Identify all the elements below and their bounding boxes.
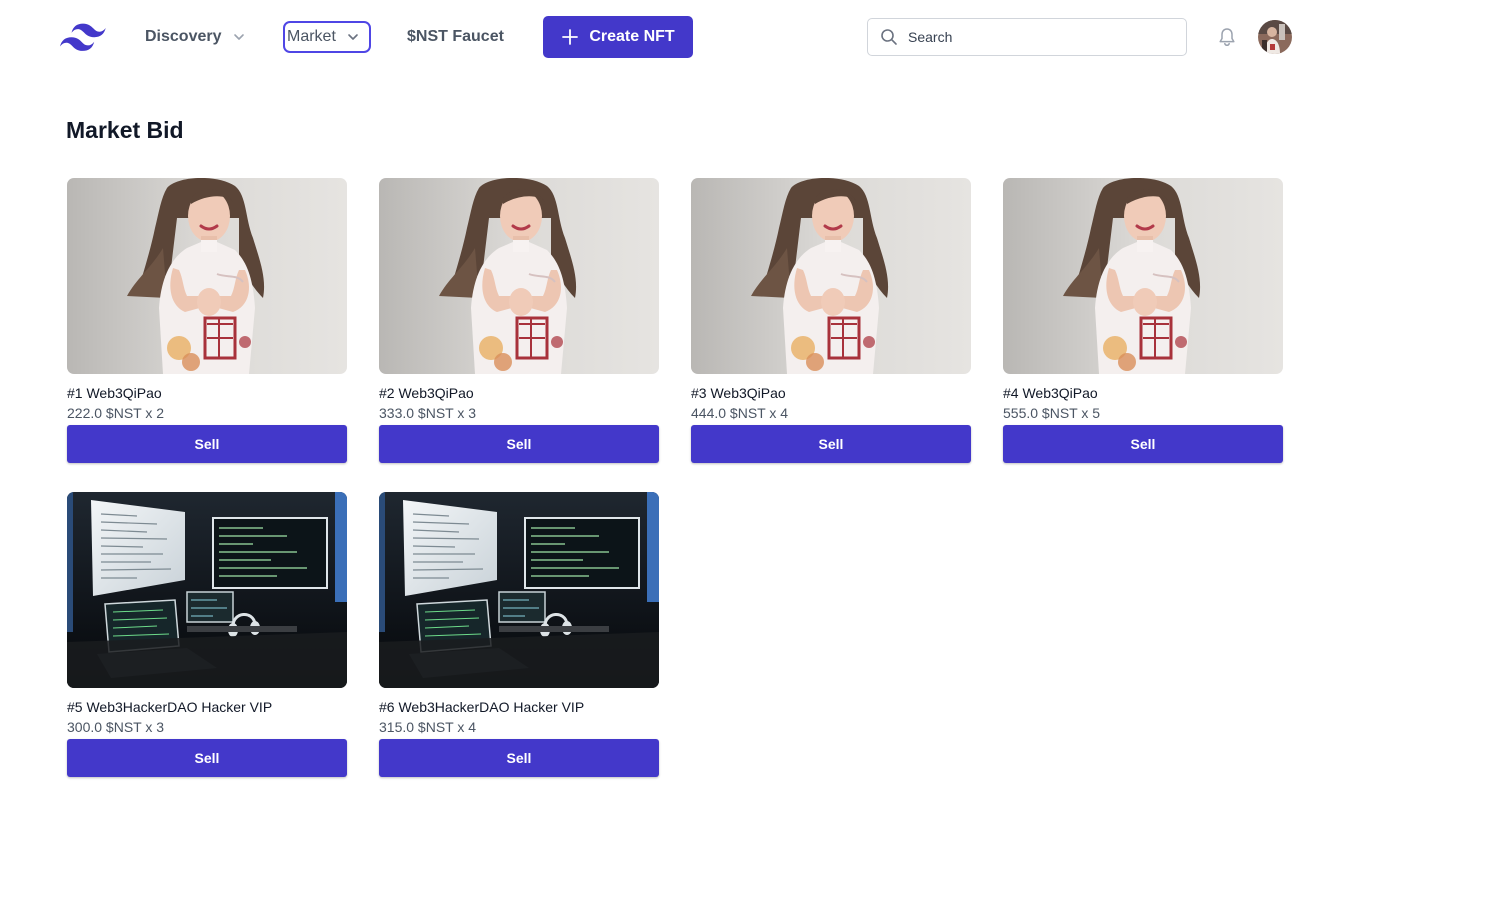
nft-name: #1 Web3QiPao <box>67 385 162 401</box>
nft-price: 555.0 $NST x 5 <box>1003 405 1101 421</box>
search-input[interactable] <box>908 29 1168 45</box>
nft-card[interactable]: #6 Web3HackerDAO Hacker VIP 315.0 $NST x… <box>379 492 659 777</box>
nav-discovery[interactable]: Discovery <box>145 26 246 48</box>
nft-image[interactable] <box>379 178 659 374</box>
nft-price: 300.0 $NST x 3 <box>67 719 165 735</box>
page-title: Market Bid <box>66 117 184 143</box>
sell-button[interactable]: Sell <box>67 739 347 777</box>
nav-faucet-link[interactable]: $NST Faucet <box>407 26 504 48</box>
nft-card[interactable]: #5 Web3HackerDAO Hacker VIP 300.0 $NST x… <box>67 492 347 777</box>
search-box[interactable] <box>867 18 1187 56</box>
nav-discovery-label: Discovery <box>145 28 222 45</box>
nft-card[interactable]: #2 Web3QiPao 333.0 $NST x 3 Sell <box>379 178 659 463</box>
sell-button[interactable]: Sell <box>67 425 347 463</box>
nft-image[interactable] <box>691 178 971 374</box>
nav-market[interactable]: Market <box>283 21 371 53</box>
chevron-down-icon <box>348 34 358 40</box>
nft-image[interactable] <box>1003 178 1283 374</box>
create-nft-label: Create NFT <box>589 28 675 45</box>
nft-name: #3 Web3QiPao <box>691 385 786 401</box>
top-navbar: Discovery Market $NST Faucet Create NFT <box>0 0 1487 75</box>
nft-card[interactable]: #1 Web3QiPao 222.0 $NST x 2 Sell <box>67 178 347 463</box>
nft-price: 333.0 $NST x 3 <box>379 405 477 421</box>
nft-name: #6 Web3HackerDAO Hacker VIP <box>379 699 585 715</box>
sell-button[interactable]: Sell <box>691 425 971 463</box>
nft-price: 444.0 $NST x 4 <box>691 405 789 421</box>
nft-price: 222.0 $NST x 2 <box>67 405 165 421</box>
nft-image[interactable] <box>67 178 347 374</box>
logo-icon[interactable] <box>60 22 106 52</box>
nft-image[interactable] <box>379 492 659 688</box>
nav-market-label: Market <box>287 28 336 45</box>
search-icon <box>881 29 897 45</box>
nft-price: 315.0 $NST x 4 <box>379 719 477 735</box>
nft-name: #2 Web3QiPao <box>379 385 474 401</box>
sell-button[interactable]: Sell <box>379 739 659 777</box>
avatar[interactable] <box>1258 20 1292 54</box>
nft-card[interactable]: #4 Web3QiPao 555.0 $NST x 5 Sell <box>1003 178 1283 463</box>
sell-button[interactable]: Sell <box>1003 425 1283 463</box>
nft-card[interactable]: #3 Web3QiPao 444.0 $NST x 4 Sell <box>691 178 971 463</box>
nft-image[interactable] <box>67 492 347 688</box>
bell-icon[interactable] <box>1216 26 1238 48</box>
create-nft-button[interactable]: Create NFT <box>543 16 693 58</box>
plus-icon <box>562 29 579 45</box>
chevron-down-icon <box>233 34 244 40</box>
sell-button[interactable]: Sell <box>379 425 659 463</box>
nav-faucet-label: $NST Faucet <box>407 28 504 45</box>
nft-name: #4 Web3QiPao <box>1003 385 1098 401</box>
nft-name: #5 Web3HackerDAO Hacker VIP <box>67 699 273 715</box>
